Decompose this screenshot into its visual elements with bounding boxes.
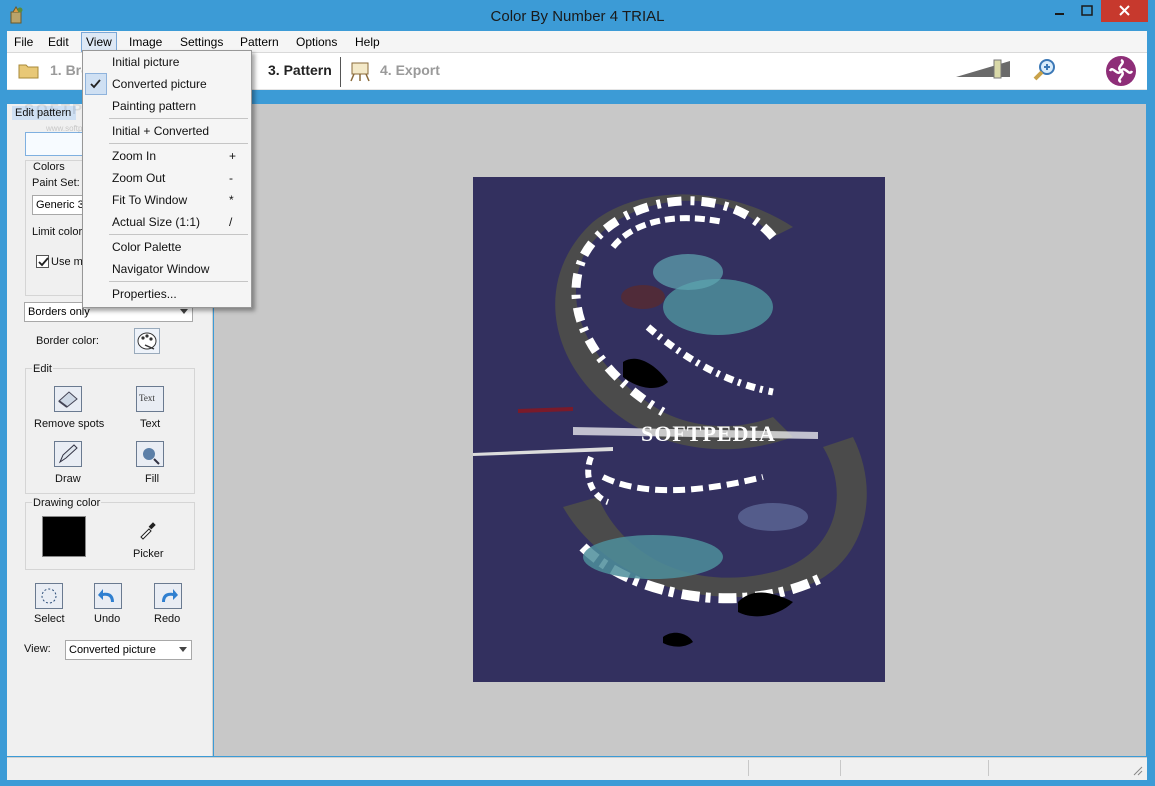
menu-item-properties[interactable]: Properties...	[112, 287, 177, 301]
redo-button[interactable]	[154, 583, 182, 609]
menu-image[interactable]: Image	[125, 34, 166, 50]
edit-group-label: Edit	[32, 363, 53, 375]
app-logo-icon	[1105, 55, 1137, 90]
drawing-color-label: Drawing color	[32, 497, 102, 509]
maximize-button[interactable]	[1073, 0, 1101, 22]
panel-button[interactable]	[25, 132, 87, 156]
folder-icon[interactable]	[18, 61, 40, 82]
text-tool-icon: Text	[139, 393, 155, 403]
view-label: View:	[24, 643, 51, 655]
palette-icon[interactable]	[134, 328, 160, 354]
undo-icon	[98, 589, 114, 602]
undo-label: Undo	[94, 613, 121, 625]
shortcut-zoom-in: +	[229, 149, 237, 163]
menu-options[interactable]: Options	[292, 34, 341, 50]
select-tool-label: Select	[34, 613, 65, 625]
remove-spots-button[interactable]	[54, 386, 82, 412]
view-select[interactable]: Converted picture	[65, 640, 192, 660]
draw-tool-label: Draw	[55, 473, 81, 485]
fill-tool-button[interactable]	[136, 441, 164, 467]
step-export[interactable]: 4. Export	[380, 62, 440, 78]
chevron-down-icon	[179, 647, 187, 652]
close-button[interactable]	[1101, 0, 1148, 22]
status-divider	[840, 760, 841, 776]
select-icon	[41, 588, 57, 604]
menu-separator	[109, 234, 248, 235]
image-text: SOFTPEDIA	[641, 421, 776, 446]
menu-view[interactable]: View	[81, 32, 117, 52]
menu-settings[interactable]: Settings	[176, 34, 227, 50]
edit-groupbox	[25, 368, 195, 494]
picker-label: Picker	[133, 548, 164, 560]
fill-tool-label: Fill	[145, 473, 160, 485]
menu-separator	[109, 118, 248, 119]
menu-item-initial-converted[interactable]: Initial + Converted	[112, 124, 209, 138]
menu-item-zoom-in[interactable]: Zoom In	[112, 149, 156, 163]
menu-item-zoom-out[interactable]: Zoom Out	[112, 171, 165, 185]
redo-icon	[162, 589, 178, 602]
menu-item-converted-picture[interactable]: Converted picture	[112, 77, 207, 91]
shortcut-actual-size: /	[229, 215, 233, 229]
menu-pattern[interactable]: Pattern	[236, 34, 283, 50]
paint-set-label: Paint Set:	[32, 177, 80, 189]
redo-label: Redo	[154, 613, 181, 625]
view-select-value: Converted picture	[69, 644, 156, 656]
resize-grip-icon[interactable]	[1131, 764, 1143, 779]
menu-item-initial-picture[interactable]: Initial picture	[112, 55, 179, 69]
minimize-button[interactable]	[1045, 0, 1073, 22]
drawing-color-swatch[interactable]	[42, 516, 86, 557]
limit-colors-label: Limit colors	[32, 226, 88, 238]
checkmark-icon	[38, 257, 49, 267]
shortcut-zoom-out: -	[229, 171, 233, 185]
eraser-icon	[58, 391, 78, 408]
fill-bucket-icon	[143, 448, 160, 465]
menu-file[interactable]: File	[10, 34, 37, 50]
undo-button[interactable]	[94, 583, 122, 609]
menu-item-actual-size[interactable]: Actual Size (1:1)	[112, 215, 200, 229]
easel-icon[interactable]	[348, 60, 372, 85]
menu-item-painting-pattern[interactable]: Painting pattern	[112, 99, 196, 113]
step-pattern[interactable]: 3. Pattern	[268, 62, 332, 78]
select-tool-button[interactable]	[35, 583, 63, 609]
window-title: Color By Number 4 TRIAL	[490, 8, 665, 25]
menu-edit[interactable]: Edit	[44, 34, 73, 50]
eyedropper-icon[interactable]	[138, 522, 156, 543]
use-checkbox[interactable]	[36, 255, 49, 268]
status-divider	[988, 760, 989, 776]
converted-picture[interactable]: SOFTPEDIA	[473, 177, 885, 682]
menu-item-fit-to-window[interactable]: Fit To Window	[112, 193, 187, 207]
chevron-down-icon	[180, 309, 188, 314]
use-checkbox-label: Use mi	[51, 256, 86, 268]
paint-set-select[interactable]: Generic 3	[32, 195, 86, 215]
border-color-label: Border color:	[36, 335, 99, 347]
colors-group-label: Colors	[33, 161, 65, 173]
remove-spots-label: Remove spots	[34, 418, 105, 430]
borders-select-value: Borders only	[28, 306, 90, 318]
text-tool-label: Text	[140, 418, 161, 430]
pencil-icon	[58, 444, 78, 464]
shortcut-fit-to-window: *	[229, 193, 234, 207]
menu-separator	[109, 143, 248, 144]
menu-separator	[109, 281, 248, 282]
menu-item-color-palette[interactable]: Color Palette	[112, 240, 181, 254]
text-tool-button[interactable]: Text	[136, 386, 164, 412]
zoom-in-icon[interactable]	[1031, 56, 1059, 87]
step-divider	[340, 57, 341, 87]
zoom-slider[interactable]	[955, 58, 1013, 83]
view-menu-dropdown: Initial picture Converted picture Painti…	[82, 50, 252, 308]
draw-tool-button[interactable]	[54, 441, 82, 467]
menu-help[interactable]: Help	[351, 34, 384, 50]
menu-item-navigator-window[interactable]: Navigator Window	[112, 262, 209, 276]
status-bar	[7, 757, 1147, 780]
checkmark-icon	[90, 78, 102, 93]
status-divider	[748, 760, 749, 776]
